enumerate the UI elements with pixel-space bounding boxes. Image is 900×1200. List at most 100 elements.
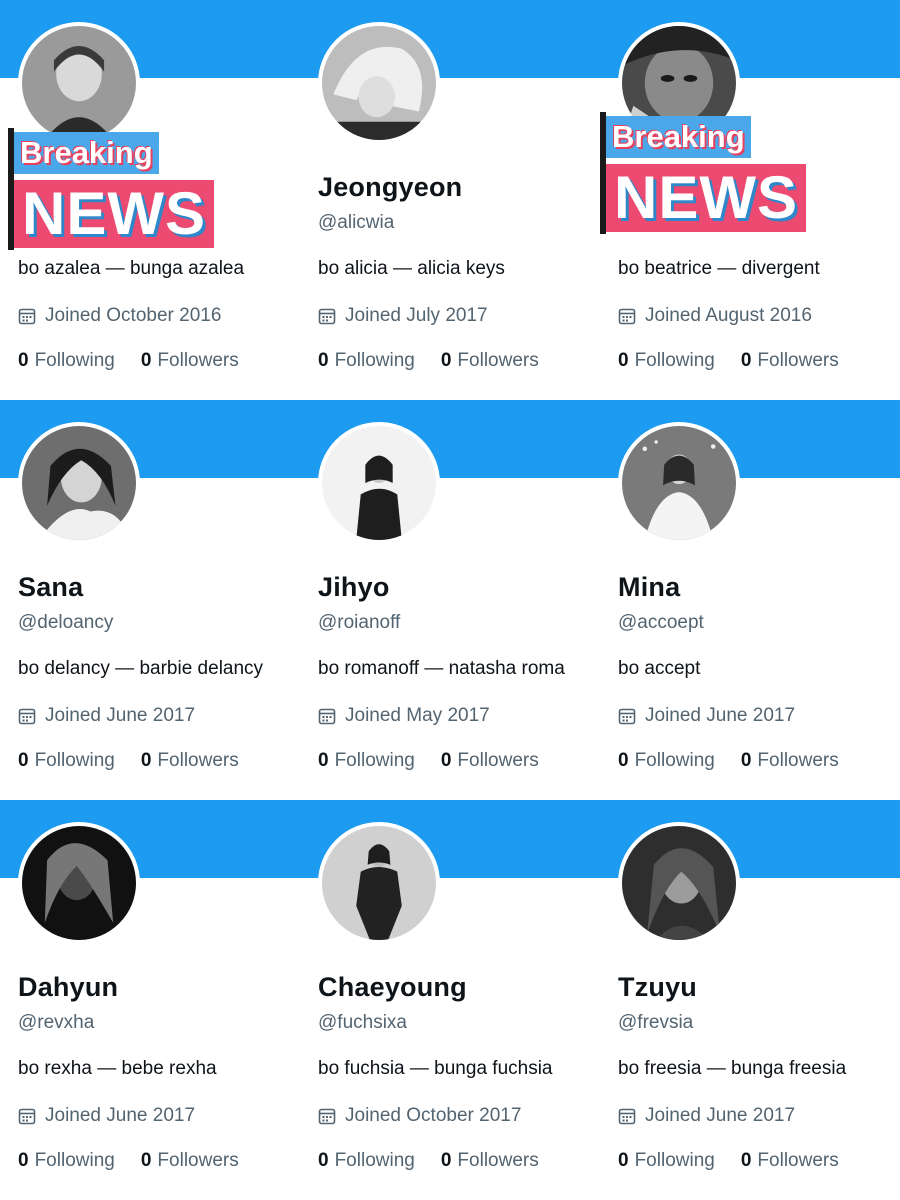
- followers-label: Followers: [457, 1150, 539, 1171]
- breaking-news-sticker: Breaking NEWS: [600, 112, 840, 234]
- calendar-icon: [318, 307, 336, 325]
- following-link[interactable]: 0 Following: [318, 350, 415, 372]
- follow-stats: 0 Following 0 Followers: [618, 350, 839, 372]
- followers-label: Followers: [157, 350, 239, 371]
- joined-date: Joined July 2017: [318, 305, 488, 327]
- calendar-icon: [618, 307, 636, 325]
- follow-stats: 0 Following 0 Followers: [18, 350, 239, 372]
- follow-stats: 0 Following 0 Followers: [318, 1150, 539, 1172]
- following-link[interactable]: 0 Following: [18, 1150, 115, 1172]
- username: @deloancy: [18, 612, 114, 633]
- joined-label: Joined May 2017: [345, 705, 490, 726]
- following-link[interactable]: 0 Following: [18, 350, 115, 372]
- profile-card-2[interactable]: Jeongyeon @alicwia bo alicia — alicia ke…: [300, 0, 600, 400]
- following-count: 0: [318, 750, 329, 771]
- followers-link[interactable]: 0 Followers: [441, 750, 539, 772]
- bio-text: bo freesia — bunga freesia: [618, 1058, 847, 1079]
- following-label: Following: [334, 1150, 415, 1171]
- joined-label: Joined June 2017: [45, 705, 196, 726]
- joined-label: Joined June 2017: [645, 1105, 796, 1126]
- following-label: Following: [334, 750, 415, 771]
- followers-count: 0: [740, 350, 752, 371]
- follow-stats: 0 Following 0 Followers: [618, 1150, 839, 1172]
- follow-stats: 0 Following 0 Followers: [18, 1150, 239, 1172]
- following-count: 0: [18, 750, 29, 771]
- calendar-icon: [18, 1107, 36, 1125]
- following-count: 0: [318, 1150, 329, 1171]
- avatar[interactable]: [318, 22, 440, 144]
- avatar[interactable]: [618, 422, 740, 544]
- calendar-icon: [18, 707, 36, 725]
- followers-link[interactable]: 0 Followers: [141, 1150, 239, 1172]
- followers-link[interactable]: 0 Followers: [141, 750, 239, 772]
- display-name: Tzuyu: [618, 972, 697, 1002]
- joined-date: Joined October 2017: [318, 1105, 521, 1127]
- following-link[interactable]: 0 Following: [318, 750, 415, 772]
- follow-stats: 0 Following 0 Followers: [318, 750, 539, 772]
- joined-label: Joined October 2017: [345, 1105, 522, 1126]
- followers-link[interactable]: 0 Followers: [741, 1150, 839, 1172]
- following-count: 0: [618, 1150, 629, 1171]
- following-label: Following: [34, 1150, 115, 1171]
- following-link[interactable]: 0 Following: [618, 1150, 715, 1172]
- news-label: NEWS: [606, 164, 806, 232]
- profile-card-4[interactable]: Sana @deloancy bo delancy — barbie delan…: [0, 400, 300, 800]
- followers-label: Followers: [157, 750, 239, 771]
- followers-count: 0: [440, 350, 452, 371]
- display-name: Jeongyeon: [318, 172, 463, 202]
- following-link[interactable]: 0 Following: [618, 350, 715, 372]
- follow-stats: 0 Following 0 Followers: [618, 750, 839, 772]
- following-link[interactable]: 0 Following: [618, 750, 715, 772]
- bio-text: bo alicia — alicia keys: [318, 258, 505, 279]
- display-name: Sana: [18, 572, 84, 602]
- followers-label: Followers: [757, 1150, 839, 1171]
- following-link[interactable]: 0 Following: [318, 1150, 415, 1172]
- breaking-label: Breaking: [14, 132, 159, 174]
- followers-count: 0: [440, 1150, 452, 1171]
- followers-link[interactable]: 0 Followers: [441, 350, 539, 372]
- followers-label: Followers: [457, 750, 539, 771]
- profile-card-6[interactable]: Mina @accoept bo accept Joined June 2017…: [600, 400, 900, 800]
- joined-date: Joined May 2017: [318, 705, 490, 727]
- following-count: 0: [18, 1150, 29, 1171]
- followers-label: Followers: [757, 350, 839, 371]
- profile-grid: bo azalea — bunga azalea Joined October …: [0, 0, 900, 1200]
- joined-label: Joined August 2016: [645, 305, 812, 326]
- followers-label: Followers: [757, 750, 839, 771]
- followers-count: 0: [440, 750, 452, 771]
- followers-link[interactable]: 0 Followers: [141, 350, 239, 372]
- profile-card-1[interactable]: bo azalea — bunga azalea Joined October …: [0, 0, 300, 400]
- profile-card-5[interactable]: Jihyo @roianoff bo romanoff — natasha ro…: [300, 400, 600, 800]
- followers-count: 0: [140, 1150, 152, 1171]
- follow-stats: 0 Following 0 Followers: [318, 350, 539, 372]
- followers-label: Followers: [457, 350, 539, 371]
- followers-link[interactable]: 0 Followers: [441, 1150, 539, 1172]
- followers-count: 0: [740, 1150, 752, 1171]
- following-label: Following: [34, 350, 115, 371]
- profile-card-3[interactable]: bo beatrice — divergent Joined August 20…: [600, 0, 900, 400]
- bio-text: bo azalea — bunga azalea: [18, 258, 245, 279]
- joined-label: Joined October 2016: [45, 305, 222, 326]
- avatar[interactable]: [618, 822, 740, 944]
- calendar-icon: [318, 1107, 336, 1125]
- followers-link[interactable]: 0 Followers: [741, 750, 839, 772]
- profile-card-8[interactable]: Chaeyoung @fuchsixa bo fuchsia — bunga f…: [300, 800, 600, 1200]
- joined-label: Joined June 2017: [45, 1105, 196, 1126]
- following-count: 0: [318, 350, 329, 371]
- following-label: Following: [634, 750, 715, 771]
- following-link[interactable]: 0 Following: [18, 750, 115, 772]
- avatar[interactable]: [18, 822, 140, 944]
- username: @fuchsixa: [318, 1012, 407, 1033]
- avatar[interactable]: [18, 22, 140, 144]
- calendar-icon: [618, 1107, 636, 1125]
- profile-card-9[interactable]: Tzuyu @frevsia bo freesia — bunga freesi…: [600, 800, 900, 1200]
- username: @roianoff: [318, 612, 401, 633]
- following-label: Following: [634, 350, 715, 371]
- avatar[interactable]: [318, 822, 440, 944]
- username: @alicwia: [318, 212, 395, 233]
- profile-card-7[interactable]: Dahyun @revxha bo rexha — bebe rexha Joi…: [0, 800, 300, 1200]
- avatar[interactable]: [18, 422, 140, 544]
- breaking-news-sticker: Breaking NEWS: [8, 128, 248, 250]
- followers-link[interactable]: 0 Followers: [741, 350, 839, 372]
- avatar[interactable]: [318, 422, 440, 544]
